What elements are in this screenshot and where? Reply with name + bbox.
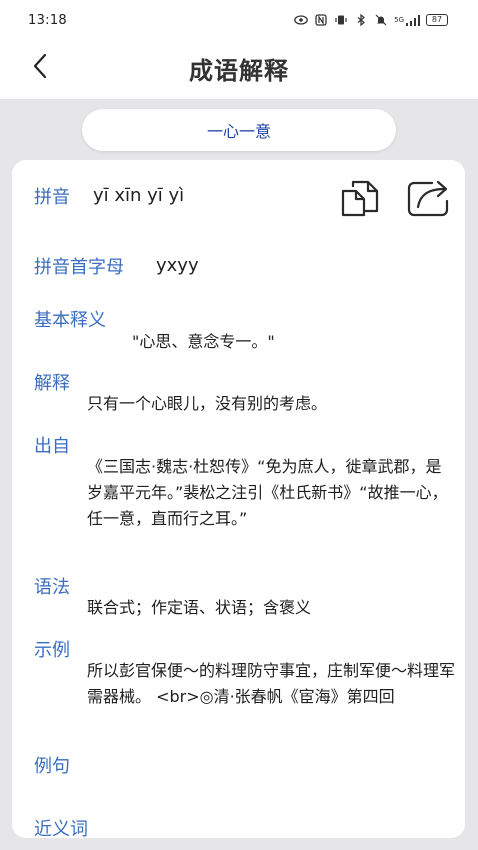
basic-meaning-label: 基本释义 (34, 310, 106, 331)
copy-button[interactable] (339, 179, 385, 221)
source-label: 出自 (34, 436, 70, 457)
source-text: 《三国志·魏志·杜恕传》“免为庶人，徙章武郡，是岁嘉平元年。”裴松之注引《杜氏新… (87, 457, 448, 528)
basic-meaning-text: "心思、意念专一。" (132, 332, 275, 351)
synonym-label: 近义词 (34, 819, 88, 838)
nfc-icon (314, 14, 328, 26)
header-area: 13:18 5G 87 成语解释 (0, 0, 478, 99)
page-title: 成语解释 (189, 57, 289, 85)
explanation-text: 只有一个心眼儿，没有别的考虑。 (87, 394, 328, 413)
signal-5g-label: 5G (394, 16, 404, 24)
status-time: 13:18 (28, 13, 67, 28)
grammar-label: 语法 (34, 577, 70, 598)
battery-indicator: 87 (426, 14, 448, 26)
signal-icon (406, 14, 420, 26)
initials-label: 拼音首字母 (34, 257, 124, 278)
example-label: 示例 (34, 640, 70, 661)
grammar-text: 联合式；作定语、状语；含褒义 (87, 598, 312, 617)
sentence-label: 例句 (34, 756, 70, 777)
eye-icon (294, 14, 308, 26)
pinyin-label: 拼音 (34, 187, 70, 208)
bluetooth-icon (354, 14, 368, 26)
status-bar: 13:18 5G 87 (0, 0, 478, 40)
example-text: 所以彭官保便～的料理防守事宜，庄制军便～料理军需器械。 <br>◎清·张春帆《宦… (87, 661, 456, 706)
vibrate-icon (334, 14, 348, 26)
share-button[interactable] (406, 179, 452, 221)
pinyin-value: yī xīn yī yì (93, 185, 185, 206)
mute-bell-icon (374, 14, 388, 26)
copy-icon (340, 179, 384, 221)
idiom-pill[interactable]: 一心一意 (82, 109, 396, 151)
status-icons: 5G 87 (294, 14, 448, 26)
share-icon (406, 179, 452, 221)
initials-value: yxyy (156, 255, 199, 276)
detail-card: 拼音 yī xīn yī yì 拼音首字母 yxyy 基本释义 "心思、意念专一… (12, 160, 465, 838)
nav-bar: 成语解释 (0, 40, 478, 96)
explanation-label: 解释 (34, 373, 70, 394)
